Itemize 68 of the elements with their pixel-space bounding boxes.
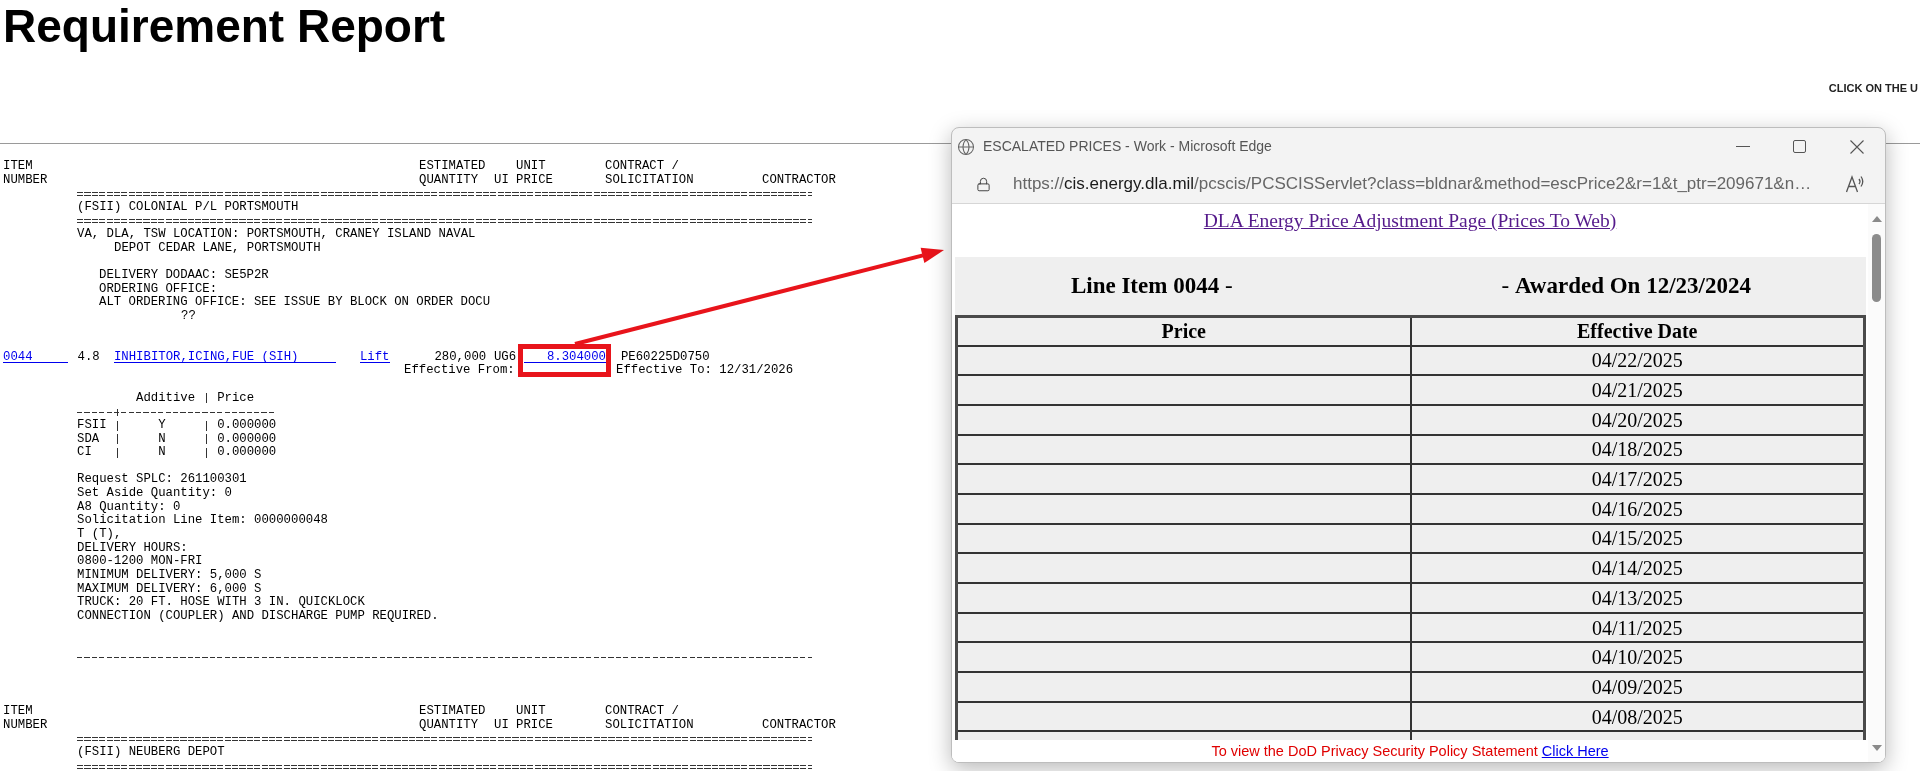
additive-price: 0.000000 (217, 432, 277, 446)
detail-text: DELIVERY HOURS: (77, 541, 188, 555)
detail-text: TRUCK: 20 FT. HOSE WITH 3 IN. QUICKLOCK CONNECTION (COUPLER) AND DISCHARGE PUMP REQUIRED. (77, 596, 439, 624)
delivery-text: ?? (181, 308, 196, 323)
notice-text: CLICK ON THE U (1828, 82, 1918, 95)
column-header: Price (956, 316, 1411, 346)
quantity-text: 280,000 (434, 349, 487, 364)
column-header: UNIT PRICE (516, 160, 553, 188)
delivery-text: ORDERING OFFICE: (99, 281, 218, 296)
column-header: CONTRACT / SOLICITATION (605, 705, 694, 733)
minimize-icon (1735, 146, 1750, 147)
address-bar-url[interactable]: https://cis.energy.dla.mil/pcscis/PCSCISServlet?class=bldnar&method=escPrice2&r=1&t_ptr=209671&n… (1013, 171, 1812, 197)
awarded-date-heading: - Awarded On 12/23/2024 (1501, 272, 1751, 298)
additive-yes-no-text: Y (158, 417, 166, 432)
effective-to-text: Effective To: 12/31/2026 (616, 364, 794, 379)
lift-link[interactable]: Lift (360, 350, 390, 364)
lock-icon (976, 176, 991, 192)
location-heading: (FSII) NEUBERG DEPOT (77, 745, 225, 760)
column-header: UNIT PRICE (516, 705, 553, 733)
delivery-text: ALT ORDERING OFFICE: SEE ISSUE BY BLOCK ON ORDER DOCU (99, 295, 491, 310)
detail-text: MAXIMUM DELIVERY: 6,000 S (77, 582, 262, 596)
additive-price: 0.000000 (217, 418, 277, 433)
additive-yes-no-text: N (158, 431, 166, 446)
price-adjustment-page-link[interactable]: DLA Energy Price Adjustment Page (Prices To Web) (1203, 210, 1617, 231)
scroll-down-icon[interactable] (1871, 745, 1882, 751)
detail-text: Set Aside Quantity: 0 (77, 487, 232, 501)
scrollbar-thumb[interactable] (1872, 234, 1881, 302)
click-here-link[interactable]: Click Here (1541, 743, 1609, 759)
maximize-icon (1793, 140, 1806, 153)
delivery-text: DELIVERY DODAAC: SE5P2R (99, 268, 269, 283)
column-header: CONTRACT / SOLICITATION (605, 160, 694, 188)
unit-price-link[interactable]: 8.304000 (524, 350, 606, 364)
location-heading: (FSII) COLONIAL P/L PORTSMOUTH (77, 199, 299, 214)
window-title: ESCALATED PRICES - Work - Microsoft Edge (983, 137, 1272, 156)
column-header: CONTRACTOR (762, 718, 836, 733)
column-header: ITEM NUMBER (3, 160, 48, 188)
column-header: UI (494, 173, 509, 188)
contract-number: PE60225D0750 (621, 350, 710, 364)
column-header: CONTRACTOR (762, 173, 836, 188)
location-address: VA, DLA, TSW LOCATION: PORTSMOUTH, CRANEY ISLAND NAVAL DEPOT CEDAR LANE, PORTSMOUTH (77, 228, 476, 256)
read-aloud-icon[interactable] (1845, 175, 1865, 193)
privacy-notice-text: To view the DoD Privacy Security Policy Statement (1211, 743, 1538, 759)
column-header: Price (217, 391, 255, 406)
additive-name: FSII (77, 417, 107, 432)
detail-text: Request SPLC: 261100301 (77, 473, 247, 487)
detail-text: T (T), (77, 528, 122, 542)
item-code: 4.8 (77, 349, 100, 364)
additive-name: CI (77, 445, 92, 460)
item-description-link[interactable]: INHIBITOR,ICING,FUE (SIH) (114, 350, 336, 364)
column-header: ITEM NUMBER (3, 705, 48, 733)
item-number-link[interactable]: 0044 (3, 350, 68, 364)
detail-text: 0800-1200 MON-FRI (77, 555, 203, 569)
detail-text: MINIMUM DELIVERY: 5,000 S (77, 568, 262, 583)
additive-price: 0.000000 (217, 446, 277, 460)
unit-text: UG6 (494, 349, 517, 364)
close-icon (1849, 139, 1864, 154)
additive-name: SDA (77, 431, 100, 446)
detail-text: A8 Quantity: 0 (77, 500, 181, 514)
globe-icon (957, 137, 975, 156)
detail-text: Solicitation Line Item: 0000000048 (77, 514, 328, 528)
additive-yes-no-text: N (158, 445, 166, 460)
column-header: ESTIMATED QUANTITY (419, 160, 486, 188)
effective-from-label: Effective From: (404, 363, 515, 378)
column-header: Additive (136, 390, 196, 405)
line-item-heading: Line Item 0044 - (1070, 272, 1233, 298)
column-header: UI (494, 718, 509, 733)
scroll-up-icon[interactable] (1871, 216, 1882, 222)
column-header: ESTIMATED QUANTITY (419, 705, 486, 733)
